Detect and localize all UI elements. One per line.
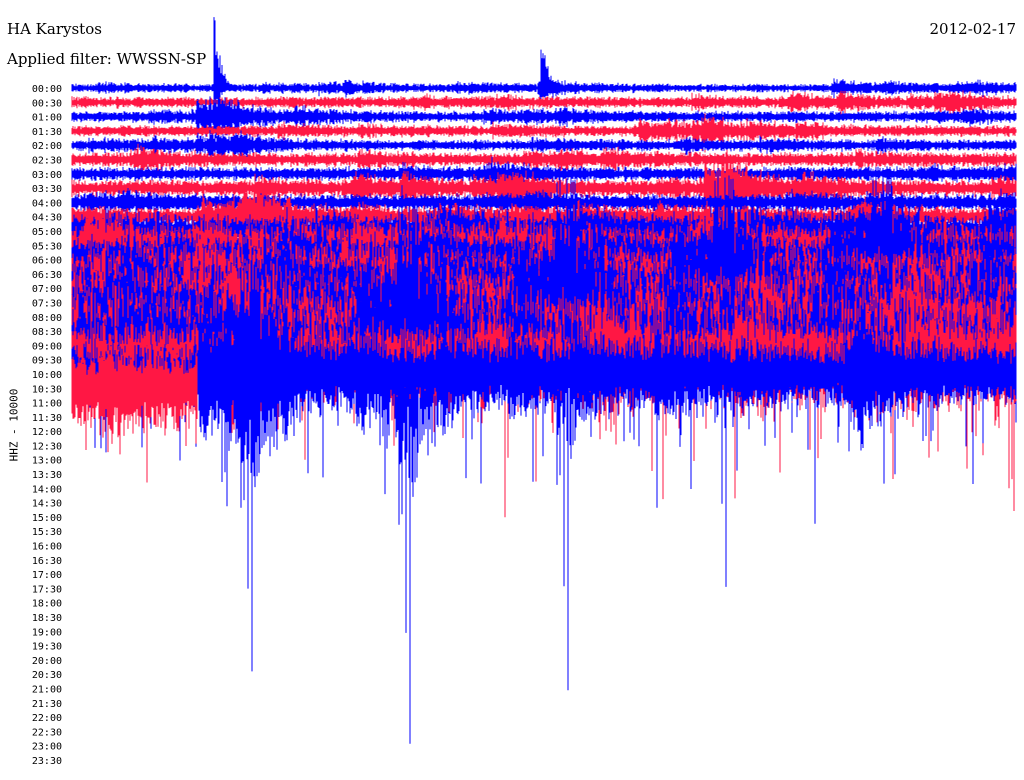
row-time-label: 17:00 [32, 570, 62, 581]
row-time-label: 15:30 [32, 527, 62, 538]
row-time-label: 23:30 [32, 756, 62, 767]
row-time-label: 17:30 [32, 584, 62, 595]
row-time-label: 14:30 [32, 499, 62, 510]
row-time-label: 01:30 [32, 127, 62, 138]
row-time-label: 07:30 [32, 298, 62, 309]
row-time-label: 02:30 [32, 155, 62, 166]
row-time-label: 19:00 [32, 627, 62, 638]
row-time-label: 22:00 [32, 713, 62, 724]
row-time-label: 12:00 [32, 427, 62, 438]
row-time-label: 13:30 [32, 470, 62, 481]
channel-label: HHZ - 10000 [7, 388, 21, 462]
row-time-label: 05:30 [32, 241, 62, 252]
filter-label: Applied filter: WWSSN-SP [7, 50, 207, 68]
row-time-label: 14:00 [32, 484, 62, 495]
row-time-label: 16:30 [32, 556, 62, 567]
row-time-label: 00:30 [32, 98, 62, 109]
row-time-label: 07:00 [32, 284, 62, 295]
row-time-label: 16:00 [32, 542, 62, 553]
row-time-label: 12:30 [32, 441, 62, 452]
row-time-label: 21:00 [32, 685, 62, 696]
row-time-label: 10:30 [32, 384, 62, 395]
row-time-label: 06:00 [32, 256, 62, 267]
row-time-label: 02:00 [32, 141, 62, 152]
row-time-label: 23:00 [32, 742, 62, 753]
row-time-label: 09:30 [32, 356, 62, 367]
row-time-label: 09:00 [32, 341, 62, 352]
row-time-label: 10:00 [32, 370, 62, 381]
row-time-label: 15:00 [32, 513, 62, 524]
row-time-label: 20:00 [32, 656, 62, 667]
row-time-label: 11:00 [32, 399, 62, 410]
row-time-label: 06:30 [32, 270, 62, 281]
row-time-label: 05:00 [32, 227, 62, 238]
row-time-label: 21:30 [32, 699, 62, 710]
row-time-label: 03:00 [32, 170, 62, 181]
row-time-label: 04:30 [32, 213, 62, 224]
row-time-label: 22:30 [32, 727, 62, 738]
row-time-label: 11:30 [32, 413, 62, 424]
row-time-label: 04:00 [32, 198, 62, 209]
row-time-label: 13:00 [32, 456, 62, 467]
row-time-label: 08:30 [32, 327, 62, 338]
helicorder-plot: 00:00 00:30 01:00 01:30 02:00 02:30 03:00 03:30… [32, 17, 1017, 767]
row-time-label: 20:30 [32, 670, 62, 681]
row-time-label: 03:30 [32, 184, 62, 195]
row-time-label: 00:00 [32, 84, 62, 95]
row-time-label: 18:00 [32, 599, 62, 610]
row-time-label: 01:00 [32, 113, 62, 124]
row-time-label: 18:30 [32, 613, 62, 624]
row-time-label: 19:30 [32, 642, 62, 653]
row-time-label: 08:00 [32, 313, 62, 324]
